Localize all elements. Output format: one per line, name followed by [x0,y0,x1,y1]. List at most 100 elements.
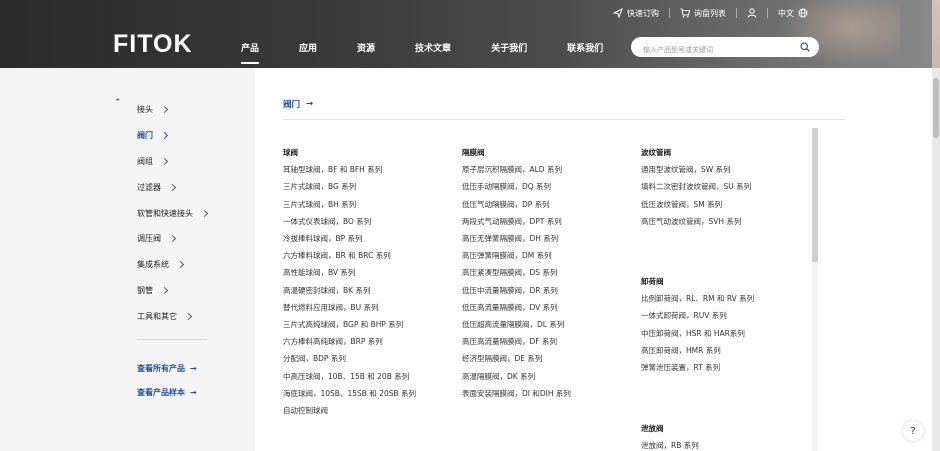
list-item[interactable]: 低压波纹管阀，SM 系列 [641,200,751,217]
main-nav: 产品 应用 资源 技术文章 关于我们 联系我们 [241,41,643,64]
sidebar-item-tools[interactable]: 工具和其它 [137,303,207,329]
sidebar-item-manifolds[interactable]: 阀组 [137,149,207,175]
list-item[interactable]: 高压弹簧隔膜阀，DM 系列 [462,251,571,268]
category-sidebar [0,68,255,451]
chevron-right-icon [168,183,177,191]
page-scrollbar-thumb[interactable] [933,78,939,138]
chevron-right-icon [184,312,193,320]
sidebar-item-hoses[interactable]: 软管和快速接头 [137,200,209,226]
list-item[interactable]: 表面安装隔膜阀，DI 和DIH 系列 [462,389,571,406]
breadcrumb-label: 阀门 [283,100,301,110]
page-scrollbar[interactable] [932,68,940,451]
list-item[interactable]: 三片式高纯球阀，BGP 和 BHP 系列 [283,320,416,337]
list-item[interactable]: 经济型隔膜阀，DE 系列 [462,354,571,371]
list-item[interactable]: 两段式气动隔膜阀，DPT 系列 [462,217,571,234]
view-all-products-link[interactable]: 查看所有产品 → [137,363,197,374]
top-utility-bar: 快速订购 询盘列表 中文 [603,5,818,21]
search-icon[interactable] [800,42,810,52]
sidebar-item-filters[interactable]: 过滤器 [137,174,207,200]
group-title[interactable]: 球阀 [283,148,416,165]
view-all-products-label: 查看所有产品 [137,364,185,373]
list-item[interactable]: 低压高流量隔膜阀，DV 系列 [462,303,571,320]
nav-tech-articles[interactable]: 技术文章 [415,41,451,64]
list-item[interactable]: 中压卸荷阀，HSR 和 HAR系列 [641,329,754,346]
list-item[interactable]: 中高压球阀，10B、15B 和 20B 系列 [283,372,416,389]
list-item[interactable]: 六方棒料高纯球阀，BRP 系列 [283,337,416,354]
list-item[interactable]: 低压气动隔膜阀，DP 系列 [462,200,571,217]
list-item[interactable]: 高压卸荷阀，HMR 系列 [641,346,754,363]
list-item[interactable]: 三片式球阀，BH 系列 [283,200,416,217]
language-switcher[interactable]: 中文 [768,5,818,21]
view-catalog-label: 查看产品样本 [137,388,185,397]
sidebar-item-valves[interactable]: 阀门 [137,123,207,149]
group-title[interactable]: 隔膜阀 [462,148,571,165]
list-item[interactable]: 通用型波纹管阀，SW 系列 [641,165,751,182]
list-item[interactable]: 冷拔棒料球阀，BP 系列 [283,234,416,251]
list-item[interactable]: 分配阀，BDP 系列 [283,354,416,371]
chevron-right-icon [168,235,177,243]
arrow-right-icon: → [190,364,197,373]
list-item[interactable]: 原子层沉积隔膜阀，ALD 系列 [462,165,571,182]
send-icon [613,8,623,18]
mega-menu-content: 阀门 → 球阀 耳轴型球阀，BF 和 BFH 系列 三片式球阀，BG 系列 三片式… [255,68,932,451]
list-item[interactable]: 高压无弹簧隔膜阀，DH 系列 [462,234,571,251]
chevron-right-icon [176,261,185,269]
list-item[interactable]: 泄放阀，RB 系列 [641,441,699,451]
fitok-logo[interactable]: FITOK [113,30,193,59]
search-box [631,37,819,60]
list-item[interactable]: 海底球阀，10SB、15SB 和 20SB 系列 [283,389,416,406]
list-item[interactable]: 一体式卸荷阀，RUV 系列 [641,311,754,328]
list-item[interactable]: 低压超高流量隔膜阀，DL 系列 [462,320,571,337]
search-input[interactable] [631,40,781,60]
list-item[interactable]: 一体式仪表球阀，BO 系列 [283,217,416,234]
list-item[interactable]: 高性能球阀，BV 系列 [283,268,416,285]
nav-resources[interactable]: 资源 [357,41,375,64]
group-title[interactable]: 泄放阀 [641,424,699,441]
list-item[interactable]: 填料二次密封波纹管阀，SU 系列 [641,182,751,199]
list-item[interactable]: 低压手动隔膜阀，DQ 系列 [462,182,571,199]
sidebar-item-label: 阀组 [137,156,153,166]
group-title[interactable]: 波纹管阀 [641,148,751,165]
sidebar-item-label: 集成系统 [137,260,169,270]
sidebar-item-systems[interactable]: 集成系统 [137,252,207,278]
chevron-up-icon[interactable]: ⌃ [114,98,122,108]
arrow-right-icon: → [190,388,197,397]
sidebar-item-fittings[interactable]: 接头 [137,97,207,123]
nav-applications[interactable]: 应用 [299,41,317,64]
chevron-right-icon [200,209,209,217]
sidebar-item-label: 过滤器 [137,182,161,192]
sidebar-item-regulators[interactable]: 调压阀 [137,226,207,252]
list-item[interactable]: 弹簧泄压装置，RT 系列 [641,363,754,380]
menu-scrollbar-thumb[interactable] [812,128,818,262]
nav-products[interactable]: 产品 [241,41,260,64]
sidebar-item-label: 钢管 [137,285,153,295]
sidebar-item-tubing[interactable]: 钢管 [137,278,207,304]
list-item[interactable]: 高压紧凑型隔膜阀，DS 系列 [462,268,571,285]
chevron-right-icon [160,157,169,166]
divider [137,339,207,340]
quick-order-link[interactable]: 快速订购 [603,5,669,21]
breadcrumb[interactable]: 阀门 → [283,98,313,110]
view-catalog-link[interactable]: 查看产品样本 → [137,387,197,398]
list-item[interactable]: 六方棒料球阀，BR 和 BRC 系列 [283,251,416,268]
list-item[interactable]: 高温硬密封球阀，BK 系列 [283,286,416,303]
sidebar-item-label: 工具和其它 [137,311,177,321]
list-item[interactable]: 高温隔膜阀，DK 系列 [462,372,571,389]
nav-about-us[interactable]: 关于我们 [491,41,527,64]
inquiry-list-link[interactable]: 询盘列表 [670,5,736,21]
list-item[interactable]: 高压气动波纹管阀，SVH 系列 [641,217,751,234]
list-item[interactable]: 耳轴型球阀，BF 和 BFH 系列 [283,165,416,182]
list-item[interactable]: 替代燃料应用球阀，BU 系列 [283,303,416,320]
nav-contact-us[interactable]: 联系我们 [567,41,603,64]
group-title[interactable]: 卸荷阀 [641,277,754,294]
list-item[interactable]: 自动控制球阀 [283,406,416,423]
list-item[interactable]: 低压中流量隔膜阀，DR 系列 [462,286,571,303]
list-item[interactable]: 比例卸荷阀，RL、RM 和 RV 系列 [641,294,754,311]
account-button[interactable] [737,5,767,21]
menu-scrollbar[interactable] [812,128,818,451]
list-item[interactable]: 三片式球阀，BG 系列 [283,182,416,199]
help-button[interactable]: ? [903,421,923,441]
divider [283,119,845,120]
chevron-right-icon [160,106,169,114]
list-item[interactable]: 高压高流量隔膜阀，DF 系列 [462,337,571,354]
